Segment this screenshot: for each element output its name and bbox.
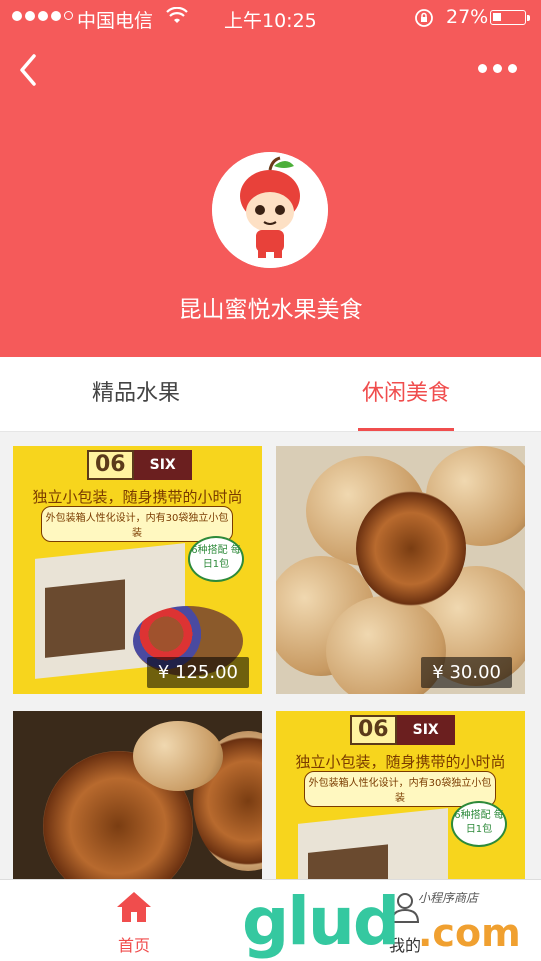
apple-mascot-icon: [212, 152, 328, 268]
tab-snack-food-label: 休闲美食: [361, 381, 450, 406]
clock: 上午10:25: [224, 10, 317, 32]
bottom-nav-home[interactable]: 首页: [96, 890, 172, 960]
bottom-tab-bar: 首页 我的: [0, 879, 541, 961]
promo-subline: 外包装箱人性化设计，内有30袋独立小包装: [41, 506, 233, 542]
promo-badge: 06 SIX: [350, 715, 455, 745]
promo-headline: 独立小包装，随身携带的小时尚: [32, 488, 243, 506]
tab-snack-food[interactable]: 休闲美食: [340, 357, 472, 431]
category-tabs: 精品水果 休闲美食: [0, 357, 541, 432]
bottom-nav-home-label: 首页: [117, 936, 150, 955]
battery-percent: 27%: [446, 6, 489, 28]
active-tab-indicator: [358, 428, 454, 431]
promo-number: 06: [87, 450, 134, 480]
promo-badge: 06 SIX: [87, 450, 192, 480]
status-bar: 中国电信 上午10:25 27%: [0, 0, 541, 36]
more-dots-icon[interactable]: [478, 64, 522, 78]
walnut-image: [133, 721, 223, 791]
promo-seal: 6种搭配 每日1包: [451, 801, 507, 847]
tab-boutique-fruit[interactable]: 精品水果: [68, 357, 204, 431]
promo-number: 06: [350, 715, 397, 745]
carrier-name: 中国电信: [77, 10, 154, 32]
product-card[interactable]: 06 SIX 独立小包装，随身携带的小时尚 外包装箱人性化设计，内有30袋独立小…: [276, 711, 525, 879]
product-card[interactable]: 06 SIX 独立小包装，随身携带的小时尚 外包装箱人性化设计，内有30袋独立小…: [13, 446, 262, 694]
product-price: ¥ 125.00: [146, 657, 249, 688]
rotation-lock-icon: [415, 9, 433, 27]
signal-strength-icon: [12, 11, 73, 21]
cracked-walnut-image: [356, 491, 466, 606]
battery-icon: [490, 10, 530, 25]
back-chevron-icon[interactable]: [14, 52, 44, 88]
promo-headline: 独立小包装，随身携带的小时尚: [295, 753, 506, 771]
shop-avatar: [212, 152, 328, 268]
user-icon: [390, 893, 420, 923]
bottom-nav-me-label: 我的: [388, 936, 421, 955]
home-icon: [117, 892, 151, 922]
product-price: ¥ 30.00: [421, 657, 512, 688]
shop-name: 昆山蜜悦水果美食: [178, 297, 363, 323]
shop-header: 中国电信 上午10:25 27% 昆山蜜悦水果美食: [0, 0, 541, 357]
wifi-icon: [166, 7, 188, 23]
promo-tag: SIX: [133, 450, 192, 480]
product-card[interactable]: ¥ 30.00: [276, 446, 525, 694]
product-card[interactable]: [13, 711, 262, 879]
promo-subline: 外包装箱人性化设计，内有30袋独立小包装: [304, 771, 496, 807]
product-grid: 06 SIX 独立小包装，随身携带的小时尚 外包装箱人性化设计，内有30袋独立小…: [0, 432, 541, 879]
bottom-nav-me[interactable]: 我的: [370, 890, 440, 960]
gift-box-image: [298, 808, 448, 879]
promo-tag: SIX: [396, 715, 455, 745]
promo-seal: 6种搭配 每日1包: [188, 536, 244, 582]
